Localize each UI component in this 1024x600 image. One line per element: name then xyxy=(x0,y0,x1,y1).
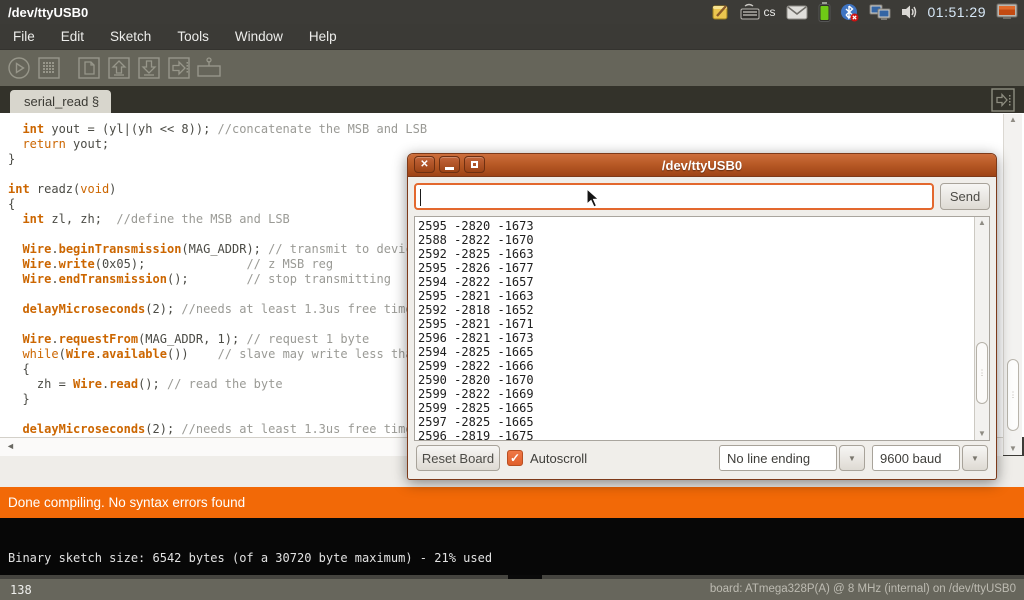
chevron-down-icon: ▼ xyxy=(848,454,856,463)
editor-vscrollbar[interactable]: ▲ ⋮ ▼ xyxy=(1003,114,1022,455)
compile-status-message: Done compiling. No syntax errors found xyxy=(0,495,245,510)
minimize-icon xyxy=(445,167,454,170)
serial-line: 2597 -2825 -1665 xyxy=(418,415,989,429)
code-line: int yout = (yl|(yh << 8)); //concatenate… xyxy=(8,122,1024,137)
serial-vscrollbar-thumb[interactable]: ⋮ xyxy=(976,342,988,404)
checkmark-icon: ✓ xyxy=(510,452,520,464)
console-hscrollbar-thumb[interactable] xyxy=(508,575,542,579)
serial-line: 2595 -2820 -1673 xyxy=(418,219,989,233)
menu-item-window[interactable]: Window xyxy=(224,25,294,48)
battery-icon[interactable] xyxy=(818,2,831,22)
board-info: board: ATmega328P(A) @ 8 MHz (internal) … xyxy=(710,583,1016,595)
text-caret xyxy=(420,189,421,206)
console-hscrollbar[interactable] xyxy=(0,575,1024,579)
new-sketch-button[interactable] xyxy=(76,55,102,81)
compile-status-bar: Done compiling. No syntax errors found xyxy=(0,487,1024,518)
serial-output-lines: 2595 -2820 -16732588 -2822 -16702592 -28… xyxy=(415,217,989,441)
save-button[interactable] xyxy=(136,55,162,81)
baud-value[interactable]: 9600 baud xyxy=(872,445,960,471)
serial-input-row: Send xyxy=(414,183,990,210)
menu-item-sketch[interactable]: Sketch xyxy=(99,25,162,48)
network-icon[interactable] xyxy=(869,3,891,21)
serial-line: 2599 -2822 -1669 xyxy=(418,387,989,401)
tab-bar: serial_read § xyxy=(0,86,1024,113)
serial-line: 2592 -2825 -1663 xyxy=(418,247,989,261)
minimize-button[interactable] xyxy=(439,156,460,173)
tab-serial-read[interactable]: serial_read § xyxy=(10,90,111,113)
serial-line: 2599 -2822 -1666 xyxy=(418,359,989,373)
serial-line: 2595 -2821 -1663 xyxy=(418,289,989,303)
maximize-icon xyxy=(471,161,478,168)
menu-item-file[interactable]: File xyxy=(2,25,46,48)
tab-menu-button[interactable] xyxy=(990,87,1016,112)
code-line: return yout; xyxy=(8,137,1024,152)
stop-button[interactable] xyxy=(36,55,62,81)
send-button[interactable]: Send xyxy=(940,183,990,210)
serial-line: 2590 -2820 -1670 xyxy=(418,373,989,387)
system-tray: cs 01:51:29 xyxy=(712,2,1024,22)
window-controls: ✕ xyxy=(414,156,485,173)
serial-line: 2596 -2821 -1673 xyxy=(418,331,989,345)
menu-bar: FileEditSketchToolsWindowHelp xyxy=(0,24,1024,50)
desktop: /dev/ttyUSB0 cs 01:51:29 FileEditSketchT… xyxy=(0,0,1024,600)
menu-item-tools[interactable]: Tools xyxy=(166,25,220,48)
footer-status-bar: 138 board: ATmega328P(A) @ 8 MHz (intern… xyxy=(0,575,1024,600)
open-button[interactable] xyxy=(106,55,132,81)
upload-button[interactable] xyxy=(166,55,192,81)
editor-vscrollbar-thumb[interactable]: ⋮ xyxy=(1007,359,1019,431)
line-ending-value[interactable]: No line ending xyxy=(719,445,837,471)
baud-select[interactable]: 9600 baud ▼ xyxy=(872,445,988,471)
serial-input[interactable] xyxy=(414,183,934,210)
serial-line: 2595 -2826 -1677 xyxy=(418,261,989,275)
line-number-indicator: 138 xyxy=(10,583,32,597)
toolbar xyxy=(0,50,1024,86)
keyboard-icon[interactable] xyxy=(740,3,760,21)
autoscroll-checkbox[interactable]: ✓ xyxy=(507,450,523,466)
mail-icon[interactable] xyxy=(786,4,808,20)
line-ending-select[interactable]: No line ending ▼ xyxy=(719,445,865,471)
scroll-up-arrow-icon[interactable]: ▲ xyxy=(1004,114,1022,126)
serial-monitor-button[interactable] xyxy=(196,55,222,81)
notes-icon[interactable] xyxy=(712,3,730,21)
line-ending-arrow-button[interactable]: ▼ xyxy=(839,445,865,471)
top-panel: /dev/ttyUSB0 cs 01:51:29 xyxy=(0,0,1024,24)
serial-line: 2595 -2821 -1671 xyxy=(418,317,989,331)
serial-vscrollbar[interactable]: ▲ ⋮ ▼ xyxy=(974,217,989,440)
keyboard-layout-label[interactable]: cs xyxy=(764,5,776,19)
console-panel: Binary sketch size: 6542 bytes (of a 307… xyxy=(0,518,1024,575)
window-titlebar[interactable]: ✕ /dev/ttyUSB0 xyxy=(408,154,996,177)
verify-button[interactable] xyxy=(6,55,32,81)
serial-window-title: /dev/ttyUSB0 xyxy=(662,158,742,173)
serial-line: 2588 -2822 -1670 xyxy=(418,233,989,247)
close-icon: ✕ xyxy=(420,159,428,170)
menu-item-edit[interactable]: Edit xyxy=(50,25,95,48)
serial-line: 2599 -2825 -1665 xyxy=(418,401,989,415)
serial-line: 2592 -2818 -1652 xyxy=(418,303,989,317)
mouse-cursor xyxy=(586,188,604,215)
reset-board-button[interactable]: Reset Board xyxy=(416,445,500,471)
bluetooth-icon[interactable] xyxy=(841,3,859,22)
serial-monitor-window: ✕ /dev/ttyUSB0 Send 2595 -2820 -16732588… xyxy=(407,153,997,480)
serial-output-area[interactable]: 2595 -2820 -16732588 -2822 -16702592 -28… xyxy=(414,216,990,441)
baud-arrow-button[interactable]: ▼ xyxy=(962,445,988,471)
serial-controls-row: Reset Board ✓ Autoscroll No line ending … xyxy=(408,441,996,479)
chevron-down-icon: ▼ xyxy=(971,454,979,463)
scroll-down-arrow-icon[interactable]: ▼ xyxy=(1004,443,1022,455)
volume-icon[interactable] xyxy=(901,4,918,20)
serial-line: 2594 -2822 -1657 xyxy=(418,275,989,289)
serial-line: 2594 -2825 -1665 xyxy=(418,345,989,359)
console-output: Binary sketch size: 6542 bytes (of a 307… xyxy=(8,551,492,565)
scroll-down-arrow-icon[interactable]: ▼ xyxy=(975,428,989,440)
scroll-up-arrow-icon[interactable]: ▲ xyxy=(975,217,989,229)
session-icon[interactable] xyxy=(996,3,1018,21)
menu-item-help[interactable]: Help xyxy=(298,25,348,48)
clock[interactable]: 01:51:29 xyxy=(928,4,987,20)
autoscroll-label: Autoscroll xyxy=(530,451,587,466)
window-title-panel: /dev/ttyUSB0 xyxy=(0,5,88,20)
scroll-left-arrow-icon[interactable]: ◄ xyxy=(6,441,15,451)
maximize-button[interactable] xyxy=(464,156,485,173)
close-button[interactable]: ✕ xyxy=(414,156,435,173)
serial-line: 2596 -2819 -1675 xyxy=(418,429,989,441)
